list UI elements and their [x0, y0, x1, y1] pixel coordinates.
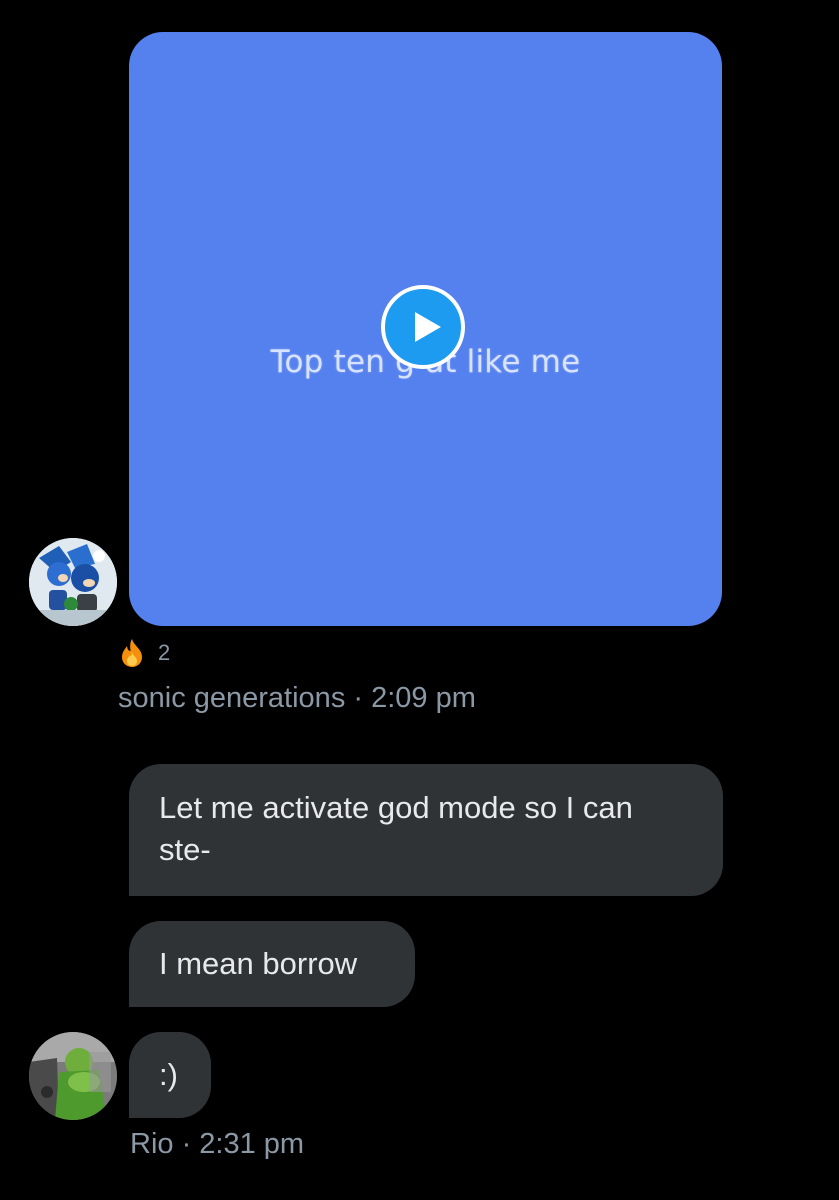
fire-icon [122, 639, 142, 667]
message-text: :) [159, 1057, 178, 1092]
message-meta: sonic generations · 2:09 pm [118, 682, 476, 714]
play-icon [415, 312, 441, 342]
avatar[interactable] [29, 538, 117, 626]
rio-avatar-image [29, 1032, 117, 1120]
reaction-count: 2 [158, 640, 171, 665]
message-text: Let me activate god mode so I can ste- [159, 790, 633, 867]
message-bubble[interactable]: Let me activate god mode so I can ste- [129, 764, 723, 896]
message-meta: Rio · 2:31 pm [130, 1128, 305, 1160]
message-bubble[interactable]: :) [129, 1032, 211, 1118]
play-button[interactable] [381, 285, 465, 369]
sonic-avatar-image [29, 538, 117, 626]
reaction-badge[interactable]: 2 [118, 638, 170, 668]
video-message-card[interactable]: Top ten g at like me [129, 32, 722, 626]
avatar[interactable] [29, 1032, 117, 1120]
message-text: I mean borrow [159, 946, 358, 981]
message-bubble[interactable]: I mean borrow [129, 921, 415, 1007]
